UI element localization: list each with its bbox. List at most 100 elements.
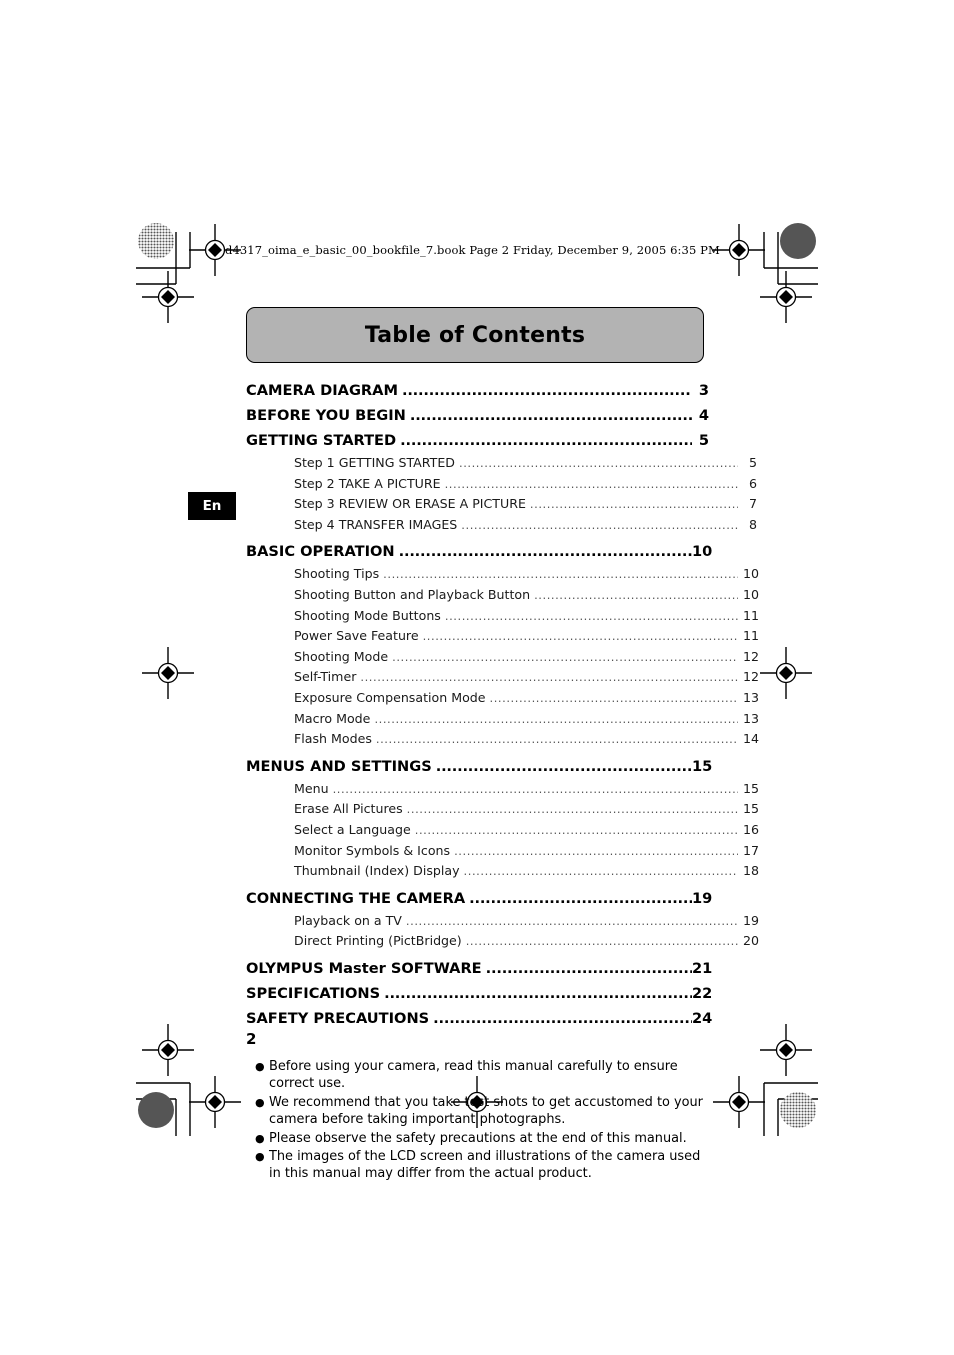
toc-entry-main[interactable]: BEFORE YOU BEGIN 4	[246, 403, 709, 428]
toc-entry-sub[interactable]: Step 3 REVIEW OR ERASE A PICTURE 7	[246, 494, 757, 515]
note-item: ● We recommend that you take test shots t…	[255, 1094, 709, 1129]
toc-entry-page: 10	[743, 566, 760, 582]
toc-dot-leader	[486, 956, 692, 981]
registration-mark-lower-left	[141, 1023, 195, 1077]
registration-mark-bottom-inner-right	[712, 1075, 766, 1129]
toc-entry-label: Direct Printing (PictBridge)	[294, 933, 462, 949]
toc-entry-page: 6	[748, 475, 757, 491]
page-number: 2	[246, 1030, 257, 1048]
toc-entry-main[interactable]: SAFETY PRECAUTIONS 24	[246, 1006, 713, 1031]
toc-entry-page: 16	[743, 821, 760, 837]
toc-entry-label: BEFORE YOU BEGIN	[246, 407, 406, 424]
toc-entry-page: 18	[743, 863, 760, 879]
toc-entry-page: 22	[692, 984, 713, 1002]
toc-entry-main[interactable]: SPECIFICATIONS 22	[246, 981, 713, 1006]
toc-entry-label: CAMERA DIAGRAM	[246, 382, 398, 399]
toc-entry-sub[interactable]: Macro Mode 13	[246, 709, 759, 730]
toc-entry-main[interactable]: BASIC OPERATION 10	[246, 539, 713, 564]
halftone-patch-bottom-right	[780, 1092, 816, 1128]
bullet-icon: ●	[255, 1149, 265, 1163]
toc-entry-sub[interactable]: Step 1 GETTING STARTED 5	[246, 453, 757, 474]
crop-mark-bottom-left	[136, 1082, 191, 1136]
toc-title-box: Table of Contents	[246, 307, 704, 363]
toc-entry-label: Flash Modes	[294, 731, 372, 747]
toc-entry-label: Thumbnail (Index) Display	[294, 863, 460, 879]
toc-dot-leader	[454, 841, 738, 862]
toc-entry-sub[interactable]: Select a Language 16	[246, 820, 760, 841]
registration-mark-bottom-inner-left	[188, 1075, 242, 1129]
toc-entry-sub[interactable]: Self-Timer 12	[246, 667, 759, 688]
toc-dot-leader	[445, 606, 738, 627]
toc-entry-label: Shooting Mode	[294, 648, 389, 664]
registration-mark-upper-left	[141, 270, 195, 324]
toc-dot-leader	[407, 799, 738, 820]
crop-mark-bottom-right	[763, 1082, 818, 1136]
toc-entry-main[interactable]: CONNECTING THE CAMERA 19	[246, 886, 712, 911]
toc-entry-label: BASIC OPERATION	[246, 543, 395, 561]
note-item: ● The images of the LCD screen and illust…	[255, 1148, 709, 1183]
toc-entry-sub[interactable]: Flash Modes 14	[246, 729, 759, 750]
toc-dot-leader	[374, 709, 738, 730]
halftone-patch-top-left	[138, 223, 174, 259]
toc-entry-sub[interactable]: Direct Printing (PictBridge) 20	[246, 931, 759, 952]
toc-entry-label: CONNECTING THE CAMERA	[246, 889, 466, 907]
toc-dot-leader	[415, 820, 738, 841]
toc-entry-main[interactable]: GETTING STARTED 5	[246, 428, 709, 453]
toc-entry-label: Step 2 TAKE A PICTURE	[294, 475, 441, 491]
toc-dot-leader	[534, 585, 738, 606]
toc-entry-sub[interactable]: Playback on a TV 19	[246, 911, 759, 932]
note-text: Before using your camera, read this manu…	[269, 1058, 678, 1092]
toc-entry-label: Erase All Pictures	[294, 801, 403, 817]
crop-mark-top-left	[136, 232, 191, 285]
toc-entry-page: 4	[698, 407, 709, 424]
toc-entry-sub[interactable]: Menu 15	[246, 779, 760, 800]
registration-mark-middle-right	[759, 646, 813, 700]
toc-entry-sub[interactable]: Thumbnail (Index) Display 18	[246, 861, 760, 882]
toc-entry-sub[interactable]: Shooting Button and Playback Button 10	[246, 585, 759, 606]
toc-entry-sub[interactable]: Power Save Feature 11	[246, 626, 759, 647]
registration-mark-lower-right	[759, 1023, 813, 1077]
toc-entry-label: Power Save Feature	[294, 628, 419, 644]
toc-entry-page: 8	[748, 516, 757, 532]
toc-dot-leader	[469, 886, 692, 911]
toc-entry-page: 10	[692, 543, 713, 561]
density-patch-bottom-left	[138, 1092, 174, 1128]
toc-entry-label: Self-Timer	[294, 669, 357, 685]
toc-entry-main[interactable]: MENUS AND SETTINGS 15	[246, 754, 712, 779]
table-of-contents-list: CAMERA DIAGRAM 3 BEFORE YOU BEGIN 4 GETTING …	[246, 378, 759, 1031]
toc-entry-main[interactable]: OLYMPUS Master SOFTWARE 21	[246, 956, 713, 981]
notes-list: ● Before using your camera, read this man…	[246, 1058, 709, 1183]
toc-entry-label: Shooting Mode Buttons	[294, 607, 441, 623]
toc-entry-main[interactable]: CAMERA DIAGRAM 3	[246, 378, 709, 403]
toc-entry-label: Step 1 GETTING STARTED	[294, 455, 455, 470]
toc-entry-label: SPECIFICATIONS	[246, 984, 381, 1002]
toc-entry-label: Select a Language	[294, 821, 411, 837]
toc-entry-sub[interactable]: Shooting Tips 10	[246, 564, 760, 585]
toc-entry-sub[interactable]: Shooting Mode 12	[246, 647, 759, 668]
bullet-icon: ●	[255, 1059, 265, 1073]
toc-entry-sub[interactable]: Erase All Pictures 15	[246, 799, 759, 820]
toc-entry-page: 5	[698, 432, 709, 449]
toc-dot-leader	[433, 1006, 692, 1031]
toc-entry-page: 21	[692, 959, 713, 977]
toc-entry-sub[interactable]: Step 4 TRANSFER IMAGES 8	[246, 515, 757, 536]
toc-dot-leader	[445, 474, 738, 495]
toc-dot-leader	[466, 931, 738, 952]
toc-entry-sub[interactable]: Exposure Compensation Mode 13	[246, 688, 759, 709]
toc-entry-label: Step 4 TRANSFER IMAGES	[294, 516, 458, 532]
note-text: The images of the LCD screen and illustr…	[269, 1148, 701, 1182]
toc-entry-sub[interactable]: Monitor Symbols & Icons 17	[246, 841, 760, 862]
toc-entry-sub[interactable]: Step 2 TAKE A PICTURE 6	[246, 474, 757, 495]
toc-dot-leader	[461, 515, 738, 536]
toc-entry-label: Macro Mode	[294, 710, 371, 726]
toc-entry-label: Monitor Symbols & Icons	[294, 842, 451, 858]
toc-entry-page: 24	[692, 1009, 713, 1027]
toc-dot-leader	[360, 667, 738, 688]
toc-entry-page: 17	[743, 842, 760, 858]
registration-mark-top-inner-right	[712, 223, 766, 277]
toc-entry-page: 15	[743, 780, 760, 796]
crop-mark-top-right	[763, 232, 818, 285]
toc-dot-leader	[436, 754, 692, 779]
toc-entry-sub[interactable]: Shooting Mode Buttons 11	[246, 606, 759, 627]
toc-dot-leader	[399, 539, 692, 564]
